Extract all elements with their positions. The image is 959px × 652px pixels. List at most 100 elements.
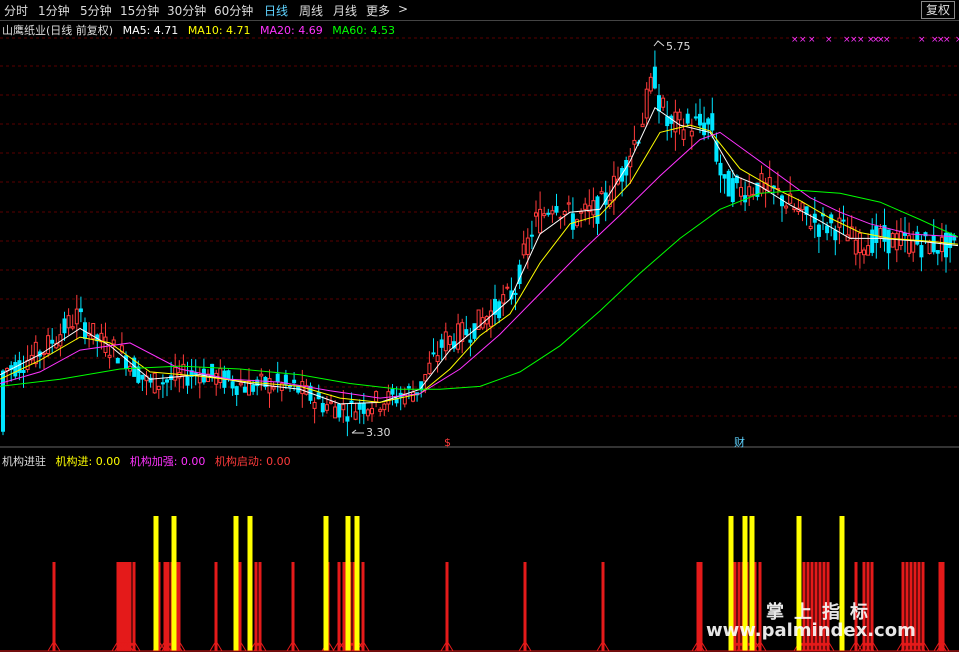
signal-x-marker-2: × (808, 35, 816, 45)
candle-body-99 (406, 386, 411, 389)
low-price-arrow-icon (351, 429, 364, 434)
candle-body-109 (447, 335, 452, 345)
indicator-bar-red-13 (214, 562, 218, 651)
candle-body-59 (242, 386, 247, 393)
indicator-bar-red-17 (291, 562, 295, 651)
candle-body-219 (898, 230, 903, 246)
candle-body-27 (111, 339, 116, 345)
signal-x-marker-3: × (825, 35, 833, 45)
candle-body-61 (251, 384, 256, 392)
candle-body-205 (841, 219, 846, 222)
indicator-bar-red-53 (917, 562, 921, 651)
candle-body-47 (193, 372, 198, 375)
indicator-bar-red-8 (163, 562, 167, 651)
high-price-arrow-icon (653, 40, 665, 47)
candle-body-108 (443, 331, 448, 352)
candle-body-88 (361, 402, 366, 414)
candle-body-107 (439, 339, 444, 348)
candle-body-211 (866, 245, 871, 256)
indicator-bar-red-54 (921, 562, 925, 651)
candle-body-17 (70, 326, 75, 329)
candle-body-221 (907, 235, 912, 254)
candle-body-182 (747, 186, 752, 197)
candle-body-213 (874, 225, 879, 243)
candle-body-139 (570, 213, 575, 230)
candle-body-0 (1, 370, 5, 432)
signal-x-marker-1: × (799, 35, 807, 45)
candle-body-208 (853, 239, 858, 255)
candle-body-78 (320, 402, 325, 413)
candle-body-203 (833, 229, 838, 241)
high-price-label: 5.75 (666, 40, 691, 53)
signal-x-marker-0: × (791, 35, 799, 45)
candle-body-195 (800, 202, 805, 211)
candle-body-168 (689, 130, 694, 137)
candle-body-57 (234, 386, 239, 395)
indicator-bar-yellow-4 (323, 516, 329, 651)
candle-body-26 (107, 354, 112, 358)
candle-body-142 (583, 203, 588, 210)
indicator-bar-red-26 (523, 562, 527, 651)
indicator-bar-red-1 (116, 562, 120, 651)
candle-body-140 (575, 219, 579, 227)
candle-body-127 (521, 243, 526, 256)
candle-body-231 (948, 232, 953, 248)
candle-body-191 (784, 205, 789, 209)
candle-body-67 (275, 373, 280, 383)
indicator-bar-red-55 (938, 562, 942, 651)
indicator-bar-red-3 (122, 562, 126, 651)
indicator-bar-red-14 (238, 562, 242, 651)
candle-body-56 (230, 381, 235, 389)
candle-body-5 (21, 370, 26, 373)
signal-x-marker-6: × (857, 35, 865, 45)
candle-body-178 (730, 178, 735, 203)
candle-body-81 (333, 406, 338, 419)
candle-body-55 (226, 370, 231, 380)
candle-body-86 (353, 411, 358, 420)
candle-body-209 (857, 232, 862, 254)
candle-body-104 (427, 362, 432, 375)
candle-body-216 (886, 229, 891, 254)
candle-body-185 (759, 173, 764, 194)
candle-body-169 (693, 116, 698, 119)
indicator-bar-red-2 (119, 562, 123, 651)
indicator-bar-red-25 (445, 562, 449, 651)
candle-body-3 (13, 362, 18, 377)
candle-body-176 (722, 174, 727, 179)
indicator-bar-yellow-3 (247, 516, 253, 651)
candle-body-8 (33, 341, 38, 365)
candle-body-210 (862, 249, 866, 256)
candle-body-141 (579, 211, 584, 214)
candle-body-91 (374, 391, 379, 403)
candle-body-92 (378, 408, 383, 412)
candle-body-28 (115, 357, 120, 364)
candle-body-105 (431, 352, 436, 355)
candle-body-131 (538, 208, 543, 234)
candle-body-83 (341, 404, 346, 411)
candle-body-66 (271, 386, 276, 390)
indicator-bar-yellow-6 (354, 516, 360, 651)
candle-body-137 (562, 210, 567, 216)
candle-body-123 (505, 286, 510, 289)
indicator-bar-red-19 (337, 562, 341, 651)
candle-body-177 (726, 170, 731, 197)
candle-body-106 (435, 355, 440, 363)
indicator-bar-yellow-5 (345, 516, 351, 651)
candle-body-180 (739, 186, 743, 197)
indicator-bar-yellow-0 (153, 516, 159, 651)
watermark-url: www.palmindex.com (706, 620, 916, 641)
candle-body-133 (546, 212, 551, 215)
candle-body-173 (710, 113, 715, 131)
candle-body-146 (599, 191, 604, 195)
candle-body-129 (529, 234, 534, 237)
candle-body-40 (165, 379, 169, 383)
ma-line-ma20 (0, 131, 959, 399)
candle-body-111 (456, 323, 461, 350)
candle-body-39 (160, 382, 165, 385)
candle-body-218 (894, 233, 899, 251)
indicator-bar-yellow-2 (233, 516, 239, 651)
candle-body-170 (698, 113, 702, 126)
indicator-bar-red-16 (258, 562, 262, 651)
candle-body-79 (324, 404, 329, 411)
candle-body-15 (62, 318, 67, 334)
